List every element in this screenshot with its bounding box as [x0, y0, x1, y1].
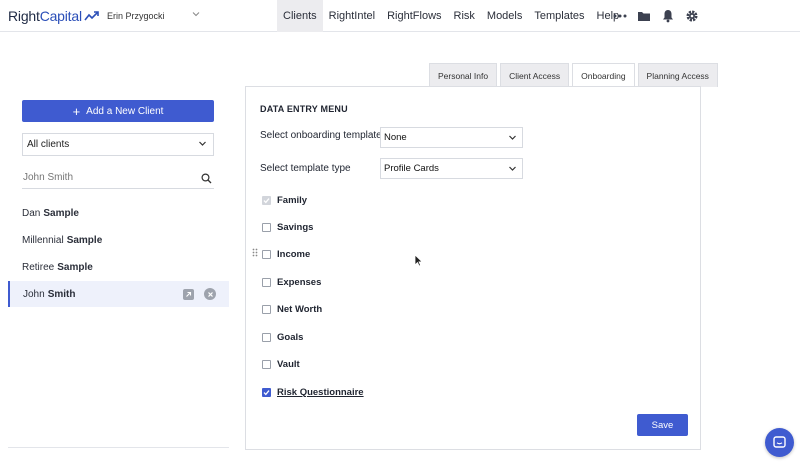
chevron-down-icon	[192, 10, 200, 20]
user-name: Erin Przygocki	[107, 11, 165, 21]
checkbox-label: Net Worth	[277, 303, 323, 315]
open-client-icon[interactable]	[183, 289, 194, 300]
bell-icon[interactable]	[659, 7, 677, 25]
client-tabs: Personal Info Client Access Onboarding Plan…	[429, 63, 718, 88]
chat-icon	[773, 436, 786, 448]
client-list-item[interactable]: Retiree Sample	[8, 254, 229, 280]
checkbox-label: Income	[277, 248, 311, 260]
logo-arrow-icon	[84, 11, 99, 21]
sidebar-divider	[8, 447, 229, 448]
chat-support-button[interactable]	[765, 428, 794, 457]
nav-item-templates[interactable]: Templates	[528, 0, 590, 32]
checkbox[interactable]	[262, 277, 271, 287]
tab-personal-info[interactable]: Personal Info	[429, 63, 498, 87]
nav-item-risk[interactable]: Risk	[448, 0, 481, 32]
panel-title: DATA ENTRY MENU	[260, 104, 348, 114]
client-filter-select[interactable]: All clients	[22, 133, 214, 156]
onboarding-template-select[interactable]: None	[380, 127, 523, 148]
data-entry-item-savings[interactable]: Savings	[262, 220, 313, 234]
template-type-label: Select template type	[260, 163, 351, 174]
top-bar: Right Capital Erin Przygocki Clients Right…	[0, 0, 800, 32]
client-list-item[interactable]: John Smith	[8, 281, 229, 307]
client-list-item[interactable]: Millennial Sample	[8, 227, 229, 253]
checkbox-label: Expenses	[277, 276, 322, 288]
client-last-name: Smith	[47, 288, 76, 300]
nav-item-rightintel[interactable]: RightIntel	[323, 0, 381, 32]
search-icon[interactable]	[201, 171, 212, 189]
nav-item-rightflows[interactable]: RightFlows	[381, 0, 447, 32]
data-entry-item-net-worth[interactable]: Net Worth	[262, 302, 322, 316]
data-entry-item-vault[interactable]: Vault	[262, 357, 300, 371]
data-entry-item-expenses[interactable]: Expenses	[262, 275, 321, 289]
onboarding-panel: DATA ENTRY MENU Select onboarding templa…	[245, 86, 701, 450]
add-new-client-button[interactable]: + Add a New Client	[22, 100, 214, 122]
client-search-input[interactable]	[22, 171, 192, 183]
client-first-name: Millennial	[22, 234, 64, 246]
toolbar-icons	[611, 0, 701, 32]
checkbox[interactable]	[262, 249, 271, 259]
client-first-name: Retiree	[22, 261, 55, 273]
checkbox-label: Savings	[277, 221, 314, 233]
data-entry-item-family[interactable]: Family	[262, 193, 307, 207]
client-last-name: Sample	[57, 261, 93, 273]
logo-text-capital: Capital	[39, 8, 82, 24]
folder-icon[interactable]	[635, 7, 653, 25]
plus-icon: +	[72, 103, 81, 119]
checkbox[interactable]	[262, 222, 271, 232]
tab-onboarding[interactable]: Onboarding	[572, 63, 635, 88]
client-last-name: Sample	[66, 234, 103, 246]
add-new-client-label: Add a New Client	[86, 105, 164, 117]
logo-text-right: Right	[8, 8, 40, 24]
chevron-down-icon	[198, 139, 207, 151]
checkbox[interactable]	[262, 332, 271, 342]
checkbox[interactable]	[262, 359, 271, 369]
client-first-name: John	[23, 288, 45, 300]
checkbox-label[interactable]: Risk Questionnaire	[277, 387, 364, 398]
chevron-down-icon	[508, 164, 517, 176]
onboarding-template-value: None	[384, 132, 407, 143]
client-search	[22, 166, 214, 189]
nav-item-clients[interactable]: Clients	[277, 0, 323, 32]
nav-item-models[interactable]: Models	[481, 0, 528, 32]
chevron-down-icon	[508, 133, 517, 145]
logo[interactable]: Right Capital	[8, 6, 100, 26]
save-button[interactable]: Save	[637, 414, 688, 436]
client-last-name: Sample	[43, 207, 79, 219]
more-icon[interactable]	[611, 7, 629, 25]
checkbox-label: Family	[277, 194, 308, 206]
client-filter-value: All clients	[27, 139, 70, 150]
user-select[interactable]: Erin Przygocki	[107, 8, 202, 24]
client-first-name: Dan	[22, 207, 41, 219]
mouse-cursor-icon	[414, 254, 424, 272]
checkbox[interactable]	[262, 387, 271, 397]
checkbox[interactable]	[262, 304, 271, 314]
data-entry-item-risk-questionnaire[interactable]: Risk Questionnaire	[262, 385, 364, 399]
drag-handle-icon[interactable]	[252, 248, 258, 259]
data-entry-item-goals[interactable]: Goals	[262, 330, 303, 344]
data-entry-item-income[interactable]: Income	[262, 247, 310, 261]
template-type-select[interactable]: Profile Cards	[380, 158, 523, 179]
remove-client-icon[interactable]	[204, 288, 216, 300]
client-list-item[interactable]: Dan Sample	[8, 200, 229, 226]
tab-planning-access[interactable]: Planning Access	[637, 63, 718, 87]
checkbox-label: Vault	[277, 358, 300, 370]
template-type-value: Profile Cards	[384, 163, 439, 174]
main-nav: Clients RightIntel RightFlows Risk Models Tem…	[277, 0, 625, 32]
onboarding-template-label: Select onboarding template	[260, 130, 382, 141]
tab-client-access[interactable]: Client Access	[500, 63, 570, 87]
gear-icon[interactable]	[683, 7, 701, 25]
checkbox-label: Goals	[277, 331, 304, 343]
checkbox	[262, 195, 271, 205]
